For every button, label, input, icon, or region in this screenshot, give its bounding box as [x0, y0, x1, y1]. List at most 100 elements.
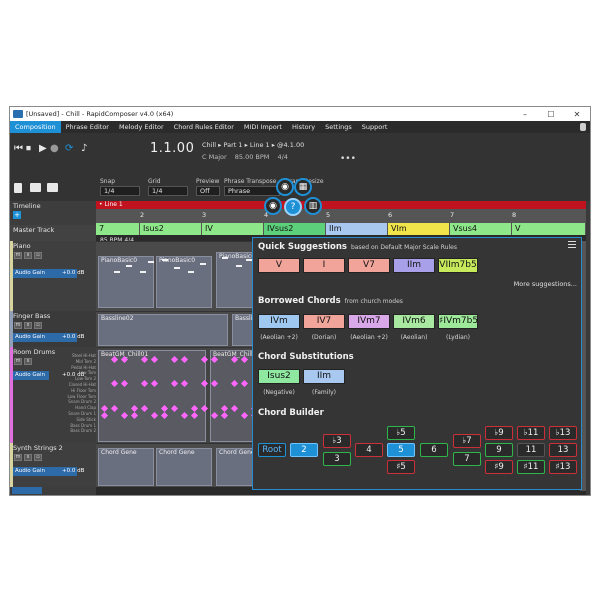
metronome-icon[interactable]: ♪	[81, 143, 87, 154]
more-options-icon[interactable]: •••	[340, 154, 356, 164]
chord-chip-substitution[interactable]: Isus2	[258, 369, 300, 384]
maximize-button[interactable]: ☐	[538, 107, 564, 121]
degree-flat3-button[interactable]: ♭3	[323, 434, 351, 448]
menu-icon[interactable]	[568, 241, 576, 248]
degree-flat7-button[interactable]: ♭7	[453, 434, 481, 448]
phrase-clip[interactable]: Chord Gene	[98, 448, 154, 486]
chord-block[interactable]: IV	[202, 223, 264, 235]
degree-flat9-button[interactable]: ♭9	[485, 426, 513, 440]
chord-block[interactable]: V	[512, 223, 586, 235]
chord-chip-quick[interactable]: IIm	[393, 258, 435, 273]
track-piano[interactable]: Piano m s ▫ Audio Gain +0.0 dB	[10, 241, 96, 311]
key-label[interactable]: C Major	[202, 153, 227, 161]
palette-button[interactable]: ◉	[276, 178, 294, 196]
help-button[interactable]: ?	[284, 198, 302, 216]
degree-9-button[interactable]: 9	[485, 443, 513, 457]
degree-4-button[interactable]: 4	[355, 443, 383, 457]
track-finger-bass[interactable]: Finger Bass m s ▫ Audio Gain +0.0 dB	[10, 311, 96, 347]
chord-chip-borrowed[interactable]: IVm6	[393, 314, 435, 329]
degree-3-button[interactable]: 3	[323, 452, 351, 466]
meter-label[interactable]: 4/4	[277, 153, 287, 161]
chord-chip-borrowed[interactable]: IVm7	[348, 314, 390, 329]
snap-select[interactable]: 1/4	[100, 186, 140, 196]
audio-gain-slider[interactable]: Audio Gain	[13, 371, 49, 380]
degree-13-button[interactable]: 13	[549, 443, 577, 457]
play-icon[interactable]: ▶	[39, 143, 47, 154]
database-icon[interactable]	[580, 123, 586, 131]
borrowed-chords-sub[interactable]: from church modes	[345, 298, 403, 305]
degree-flat11-button[interactable]: ♭11	[517, 426, 545, 440]
transpose-select[interactable]: Phrase	[224, 186, 280, 196]
midi-note[interactable]	[200, 263, 206, 265]
midi-note[interactable]	[126, 265, 132, 267]
root-button[interactable]: Root	[258, 443, 286, 457]
midi-note[interactable]	[162, 259, 168, 261]
midi-note[interactable]	[222, 257, 228, 259]
palette-button-2[interactable]: ◉	[264, 197, 282, 215]
minimize-button[interactable]: –	[512, 107, 538, 121]
menu-chord-rules-editor[interactable]: Chord Rules Editor	[169, 121, 239, 133]
midi-note[interactable]	[140, 271, 146, 273]
degree-sharp5-button[interactable]: ♯5	[387, 460, 415, 474]
degree-6-button[interactable]: 6	[420, 443, 448, 457]
chord-block[interactable]: Vsus4	[450, 223, 512, 235]
track-master[interactable]: Master Track	[10, 225, 96, 241]
midi-note[interactable]	[236, 265, 242, 267]
menu-support[interactable]: Support	[357, 121, 393, 133]
keyboard-button[interactable]: ▦	[294, 178, 312, 196]
menu-midi-import[interactable]: MIDI Import	[239, 121, 287, 133]
degree-sharp9-button[interactable]: ♯9	[485, 460, 513, 474]
rewind-icon[interactable]: ⏮	[14, 143, 23, 154]
chord-block[interactable]: IIm	[326, 223, 388, 235]
menu-melody-editor[interactable]: Melody Editor	[114, 121, 169, 133]
menu-settings[interactable]: Settings	[320, 121, 357, 133]
close-button[interactable]: ✕	[564, 107, 590, 121]
track-room-drums[interactable]: Room Drums ms Audio Gain +0.0 dB Steel H…	[10, 347, 96, 443]
phrase-clip[interactable]: Chord Gene	[156, 448, 212, 486]
menu-phrase-editor[interactable]: Phrase Editor	[61, 121, 114, 133]
zoom-control[interactable]	[12, 487, 42, 494]
midi-note[interactable]	[148, 261, 154, 263]
piano-keys-button[interactable]: ▥	[304, 197, 322, 215]
chord-block[interactable]: Isus2	[140, 223, 202, 235]
degree-sharp13-button[interactable]: ♯13	[549, 460, 577, 474]
phrase-clip[interactable]: Bassline02	[98, 314, 228, 346]
chord-chip-quick[interactable]: VIIm7b5	[438, 258, 478, 273]
grid-select[interactable]: 1/4	[148, 186, 188, 196]
degree-flat13-button[interactable]: ♭13	[549, 426, 577, 440]
phrase-clip[interactable]: PianoBasic0	[98, 256, 154, 308]
menu-composition[interactable]: Composition	[10, 121, 61, 133]
degree-flat5-button[interactable]: ♭5	[387, 426, 415, 440]
chord-chip-borrowed[interactable]: ♯IVm7b5	[438, 314, 478, 329]
more-suggestions-link[interactable]: More suggestions...	[514, 280, 577, 288]
new-file-icon[interactable]	[14, 183, 22, 193]
image-icon[interactable]	[47, 183, 58, 192]
chord-block[interactable]: 7	[96, 223, 140, 235]
add-icon[interactable]: +	[13, 211, 21, 219]
degree-11-button[interactable]: 11	[517, 443, 545, 457]
tempo-label[interactable]: 85.00 BPM	[235, 153, 270, 161]
preview-select[interactable]: Off	[196, 186, 220, 196]
midi-note[interactable]	[188, 271, 194, 273]
stop-icon[interactable]: ⏹	[26, 143, 31, 154]
chord-chip-borrowed[interactable]: IV7	[303, 314, 345, 329]
timeline-ruler[interactable]: • Line 1 2 3 4 5 6 7 8	[96, 201, 586, 223]
quick-suggestions-sub[interactable]: based on Default Major Scale Rules	[351, 244, 457, 251]
phrase-clip[interactable]: BeatGM_Chill01	[98, 350, 206, 442]
degree-2-button[interactable]: 2	[290, 443, 318, 457]
degree-sharp11-button[interactable]: ♯11	[517, 460, 545, 474]
midi-note[interactable]	[174, 267, 180, 269]
track-synth-strings[interactable]: Synth Strings 2 m s ▫ Audio Gain +0.0 dB	[10, 443, 96, 487]
record-icon[interactable]: ●	[50, 143, 59, 154]
chord-chip-substitution[interactable]: IIm	[303, 369, 345, 384]
degree-5-button[interactable]: 5	[387, 443, 415, 457]
chord-chip-quick[interactable]: V	[258, 258, 300, 273]
clip-icon[interactable]	[30, 183, 41, 192]
degree-7-button[interactable]: 7	[453, 452, 481, 466]
midi-note[interactable]	[114, 271, 120, 273]
song-breadcrumb[interactable]: Chill ▸ Part 1 ▸ Line 1 ▸ @4.1.00	[202, 141, 304, 149]
menu-history[interactable]: History	[287, 121, 320, 133]
chord-block[interactable]: IVsus2	[264, 223, 326, 235]
loop-icon[interactable]: ⟳	[65, 143, 73, 154]
chord-chip-quick[interactable]: V7	[348, 258, 390, 273]
